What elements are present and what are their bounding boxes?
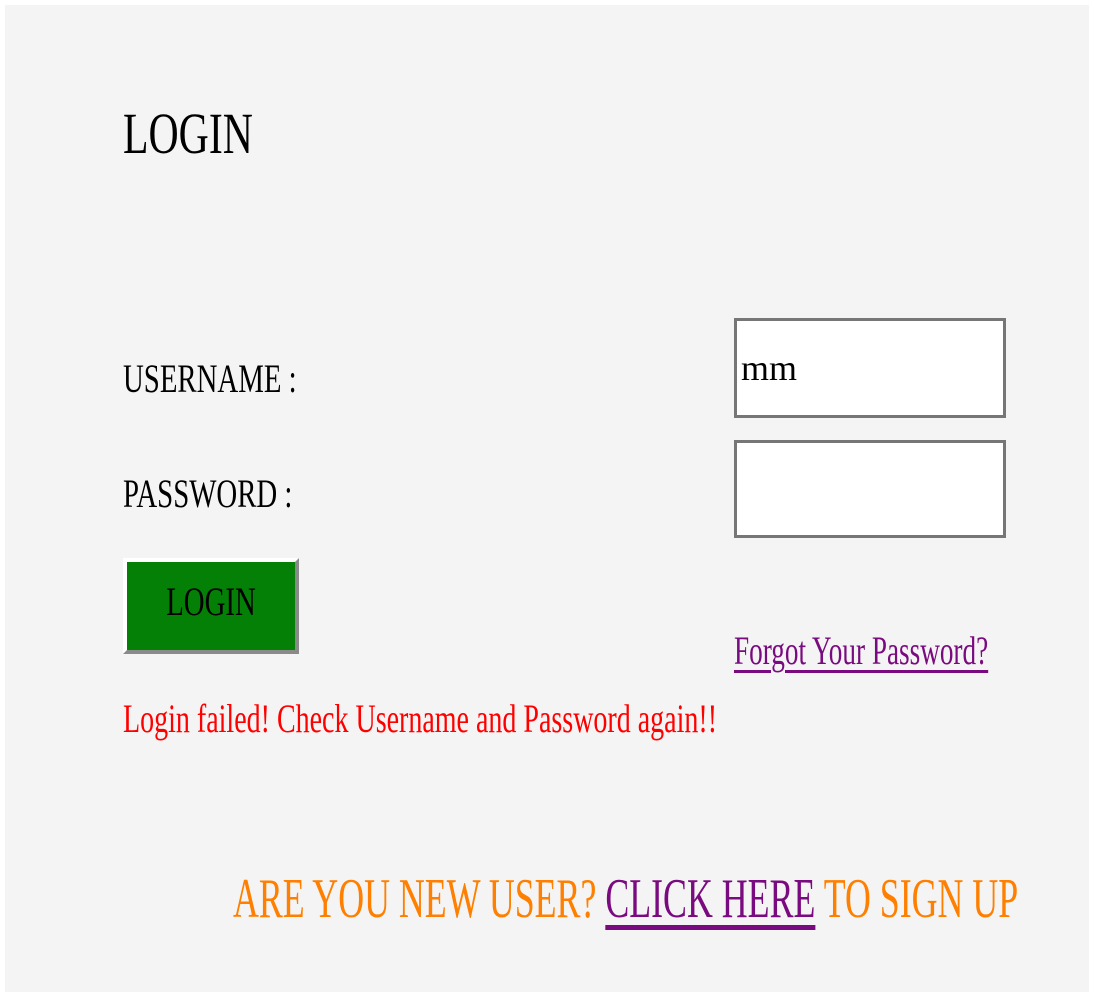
login-button-label: LOGIN <box>166 579 256 624</box>
login-button[interactable]: LOGIN <box>123 558 299 654</box>
page-title: LOGIN <box>123 101 253 166</box>
signup-prompt: ARE YOU NEW USER? CLICK HERE TO SIGN UP <box>233 867 1018 931</box>
username-input[interactable] <box>734 318 1006 418</box>
username-label: USERNAME : <box>123 356 297 401</box>
password-input[interactable] <box>734 440 1006 538</box>
error-message: Login failed! Check Username and Passwor… <box>123 696 718 741</box>
password-label: PASSWORD : <box>123 471 293 516</box>
signup-link[interactable]: CLICK HERE <box>605 868 815 930</box>
signup-prefix: ARE YOU NEW USER? <box>233 868 597 930</box>
forgot-password-link[interactable]: Forgot Your Password? <box>734 627 988 674</box>
signup-suffix: TO SIGN UP <box>823 868 1019 930</box>
login-panel: LOGIN USERNAME : PASSWORD : LOGIN Forgot… <box>5 5 1089 992</box>
